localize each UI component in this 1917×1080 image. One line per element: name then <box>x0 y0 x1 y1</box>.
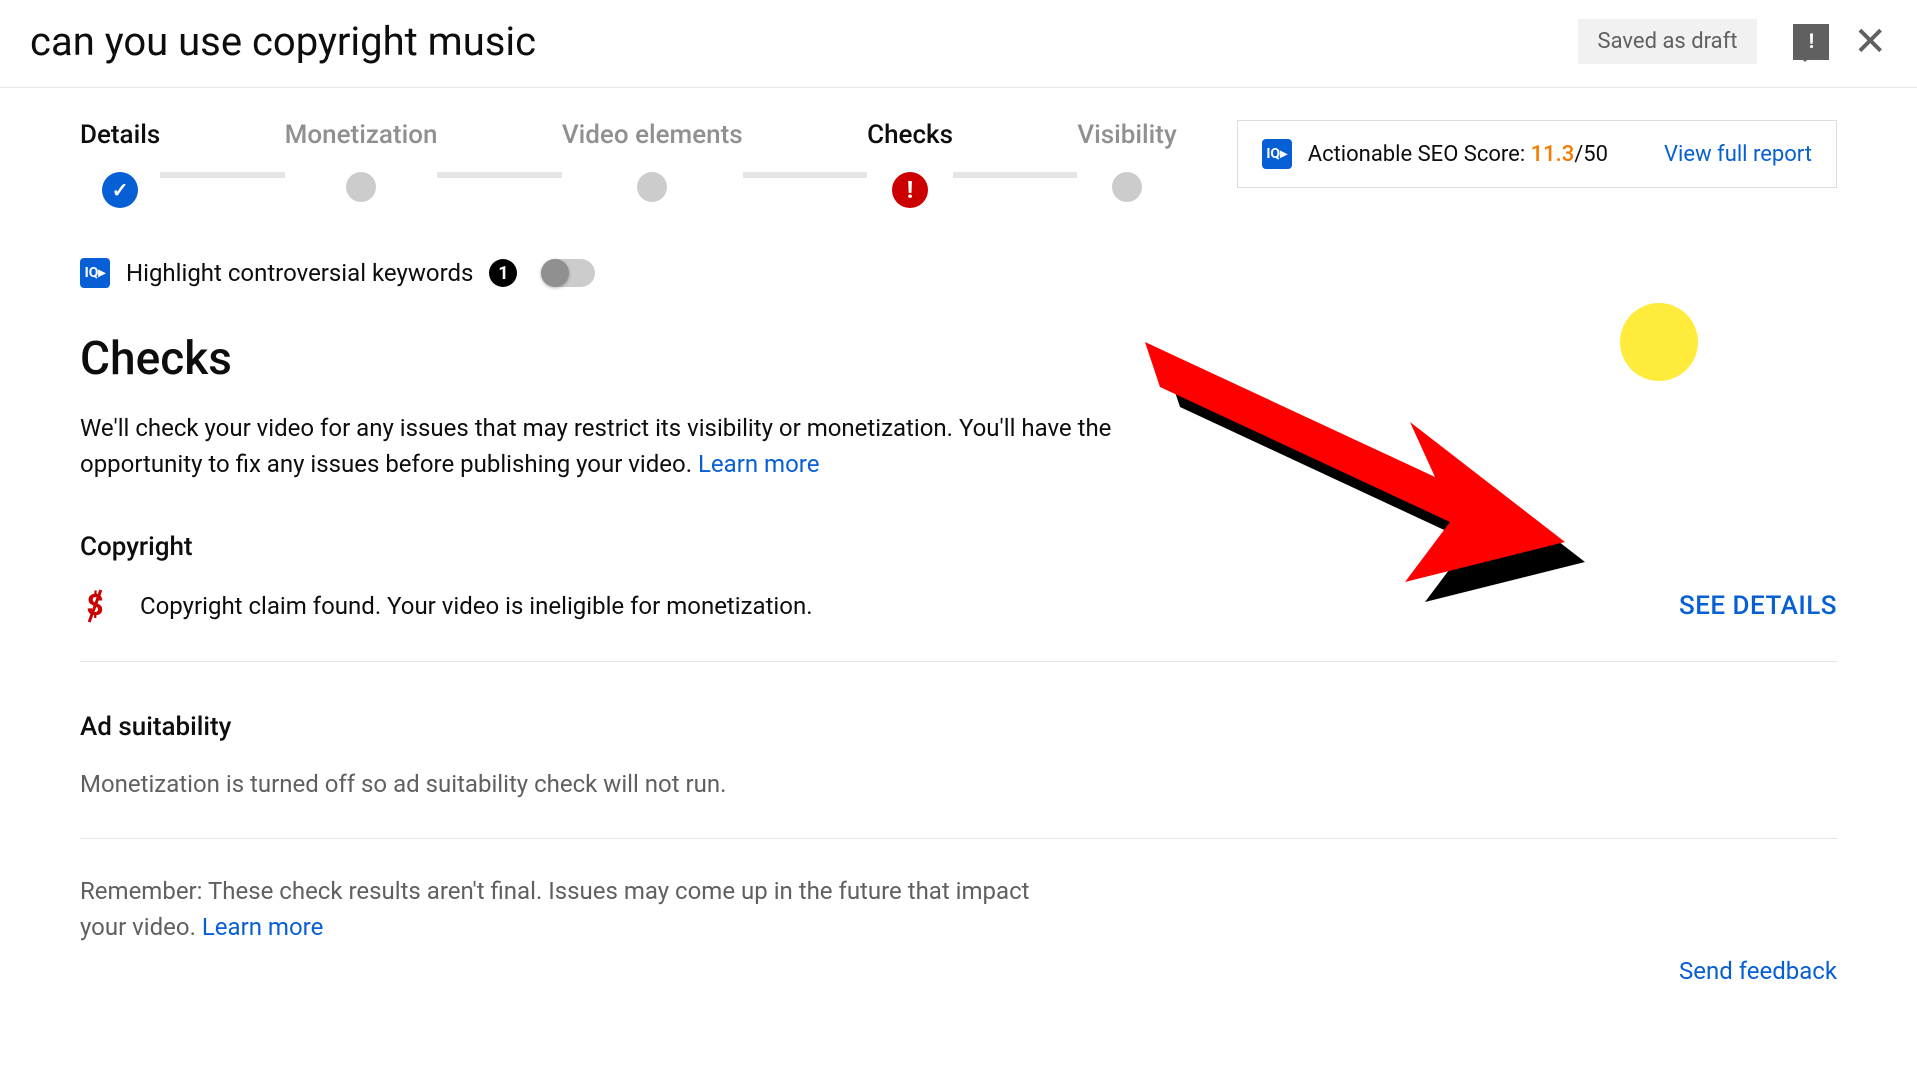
send-feedback-link[interactable]: Send feedback <box>80 957 1837 985</box>
step-connector <box>743 172 867 178</box>
keyword-count-badge: 1 <box>489 259 517 287</box>
copyright-heading: Copyright <box>80 532 1837 562</box>
step-checks[interactable]: Checks <box>867 120 953 208</box>
circle-icon <box>1112 172 1142 202</box>
stepper-row: Details Monetization Video elements Chec… <box>80 88 1837 208</box>
checks-desc-text: We'll check your video for any issues th… <box>80 414 1111 478</box>
checkmark-icon <box>102 172 138 208</box>
video-title: can you use copyright music <box>30 18 1578 65</box>
feedback-icon[interactable] <box>1793 24 1829 60</box>
step-label: Video elements <box>562 120 743 150</box>
saved-draft-badge: Saved as draft <box>1578 19 1758 64</box>
close-icon[interactable]: ✕ <box>1853 22 1887 62</box>
step-label: Checks <box>867 120 953 150</box>
keyword-toggle[interactable] <box>541 259 595 287</box>
step-connector <box>437 172 561 178</box>
toggle-label: Highlight controversial keywords <box>126 259 473 287</box>
step-details[interactable]: Details <box>80 120 160 208</box>
seo-label: Actionable SEO Score: 11.3/50 <box>1308 142 1608 167</box>
exclamation-icon <box>892 172 928 208</box>
seo-prefix: Actionable SEO Score: <box>1308 142 1531 167</box>
step-label: Visibility <box>1077 120 1176 150</box>
copyright-status-text: Copyright claim found. Your video is ine… <box>140 592 1679 620</box>
ad-suitability-heading: Ad suitability <box>80 712 1837 742</box>
step-label: Monetization <box>285 120 438 150</box>
step-monetization[interactable]: Monetization <box>285 120 438 202</box>
keyword-toggle-row: IQ▸ Highlight controversial keywords 1 <box>80 258 1837 288</box>
step-label: Details <box>80 120 160 150</box>
learn-more-link[interactable]: Learn more <box>698 450 819 478</box>
seo-score-box: IQ▸ Actionable SEO Score: 11.3/50 View f… <box>1237 120 1837 188</box>
circle-icon <box>637 172 667 202</box>
checks-footnote: Remember: These check results aren't fin… <box>80 873 1080 945</box>
circle-icon <box>346 172 376 202</box>
vidiq-icon: IQ▸ <box>80 258 110 288</box>
step-visibility[interactable]: Visibility <box>1077 120 1176 202</box>
dialog-header: can you use copyright music Saved as dra… <box>0 0 1917 88</box>
upload-stepper: Details Monetization Video elements Chec… <box>80 120 1177 208</box>
checks-description: We'll check your video for any issues th… <box>80 410 1180 482</box>
see-details-button[interactable]: SEE DETAILS <box>1679 591 1837 621</box>
checks-heading: Checks <box>80 332 1837 386</box>
seo-suffix: /50 <box>1574 142 1608 167</box>
seo-score-value: 11.3 <box>1531 142 1575 167</box>
no-monetization-icon: $ <box>80 588 110 623</box>
view-full-report-link[interactable]: View full report <box>1664 142 1812 167</box>
step-video-elements[interactable]: Video elements <box>562 120 743 202</box>
step-connector <box>160 172 284 178</box>
copyright-row: $ Copyright claim found. Your video is i… <box>80 588 1837 662</box>
vidiq-icon: IQ▸ <box>1262 139 1292 169</box>
ad-suitability-text: Monetization is turned off so ad suitabi… <box>80 770 1837 839</box>
content-area: Details Monetization Video elements Chec… <box>0 88 1917 985</box>
learn-more-link[interactable]: Learn more <box>202 913 323 941</box>
step-connector <box>953 172 1077 178</box>
